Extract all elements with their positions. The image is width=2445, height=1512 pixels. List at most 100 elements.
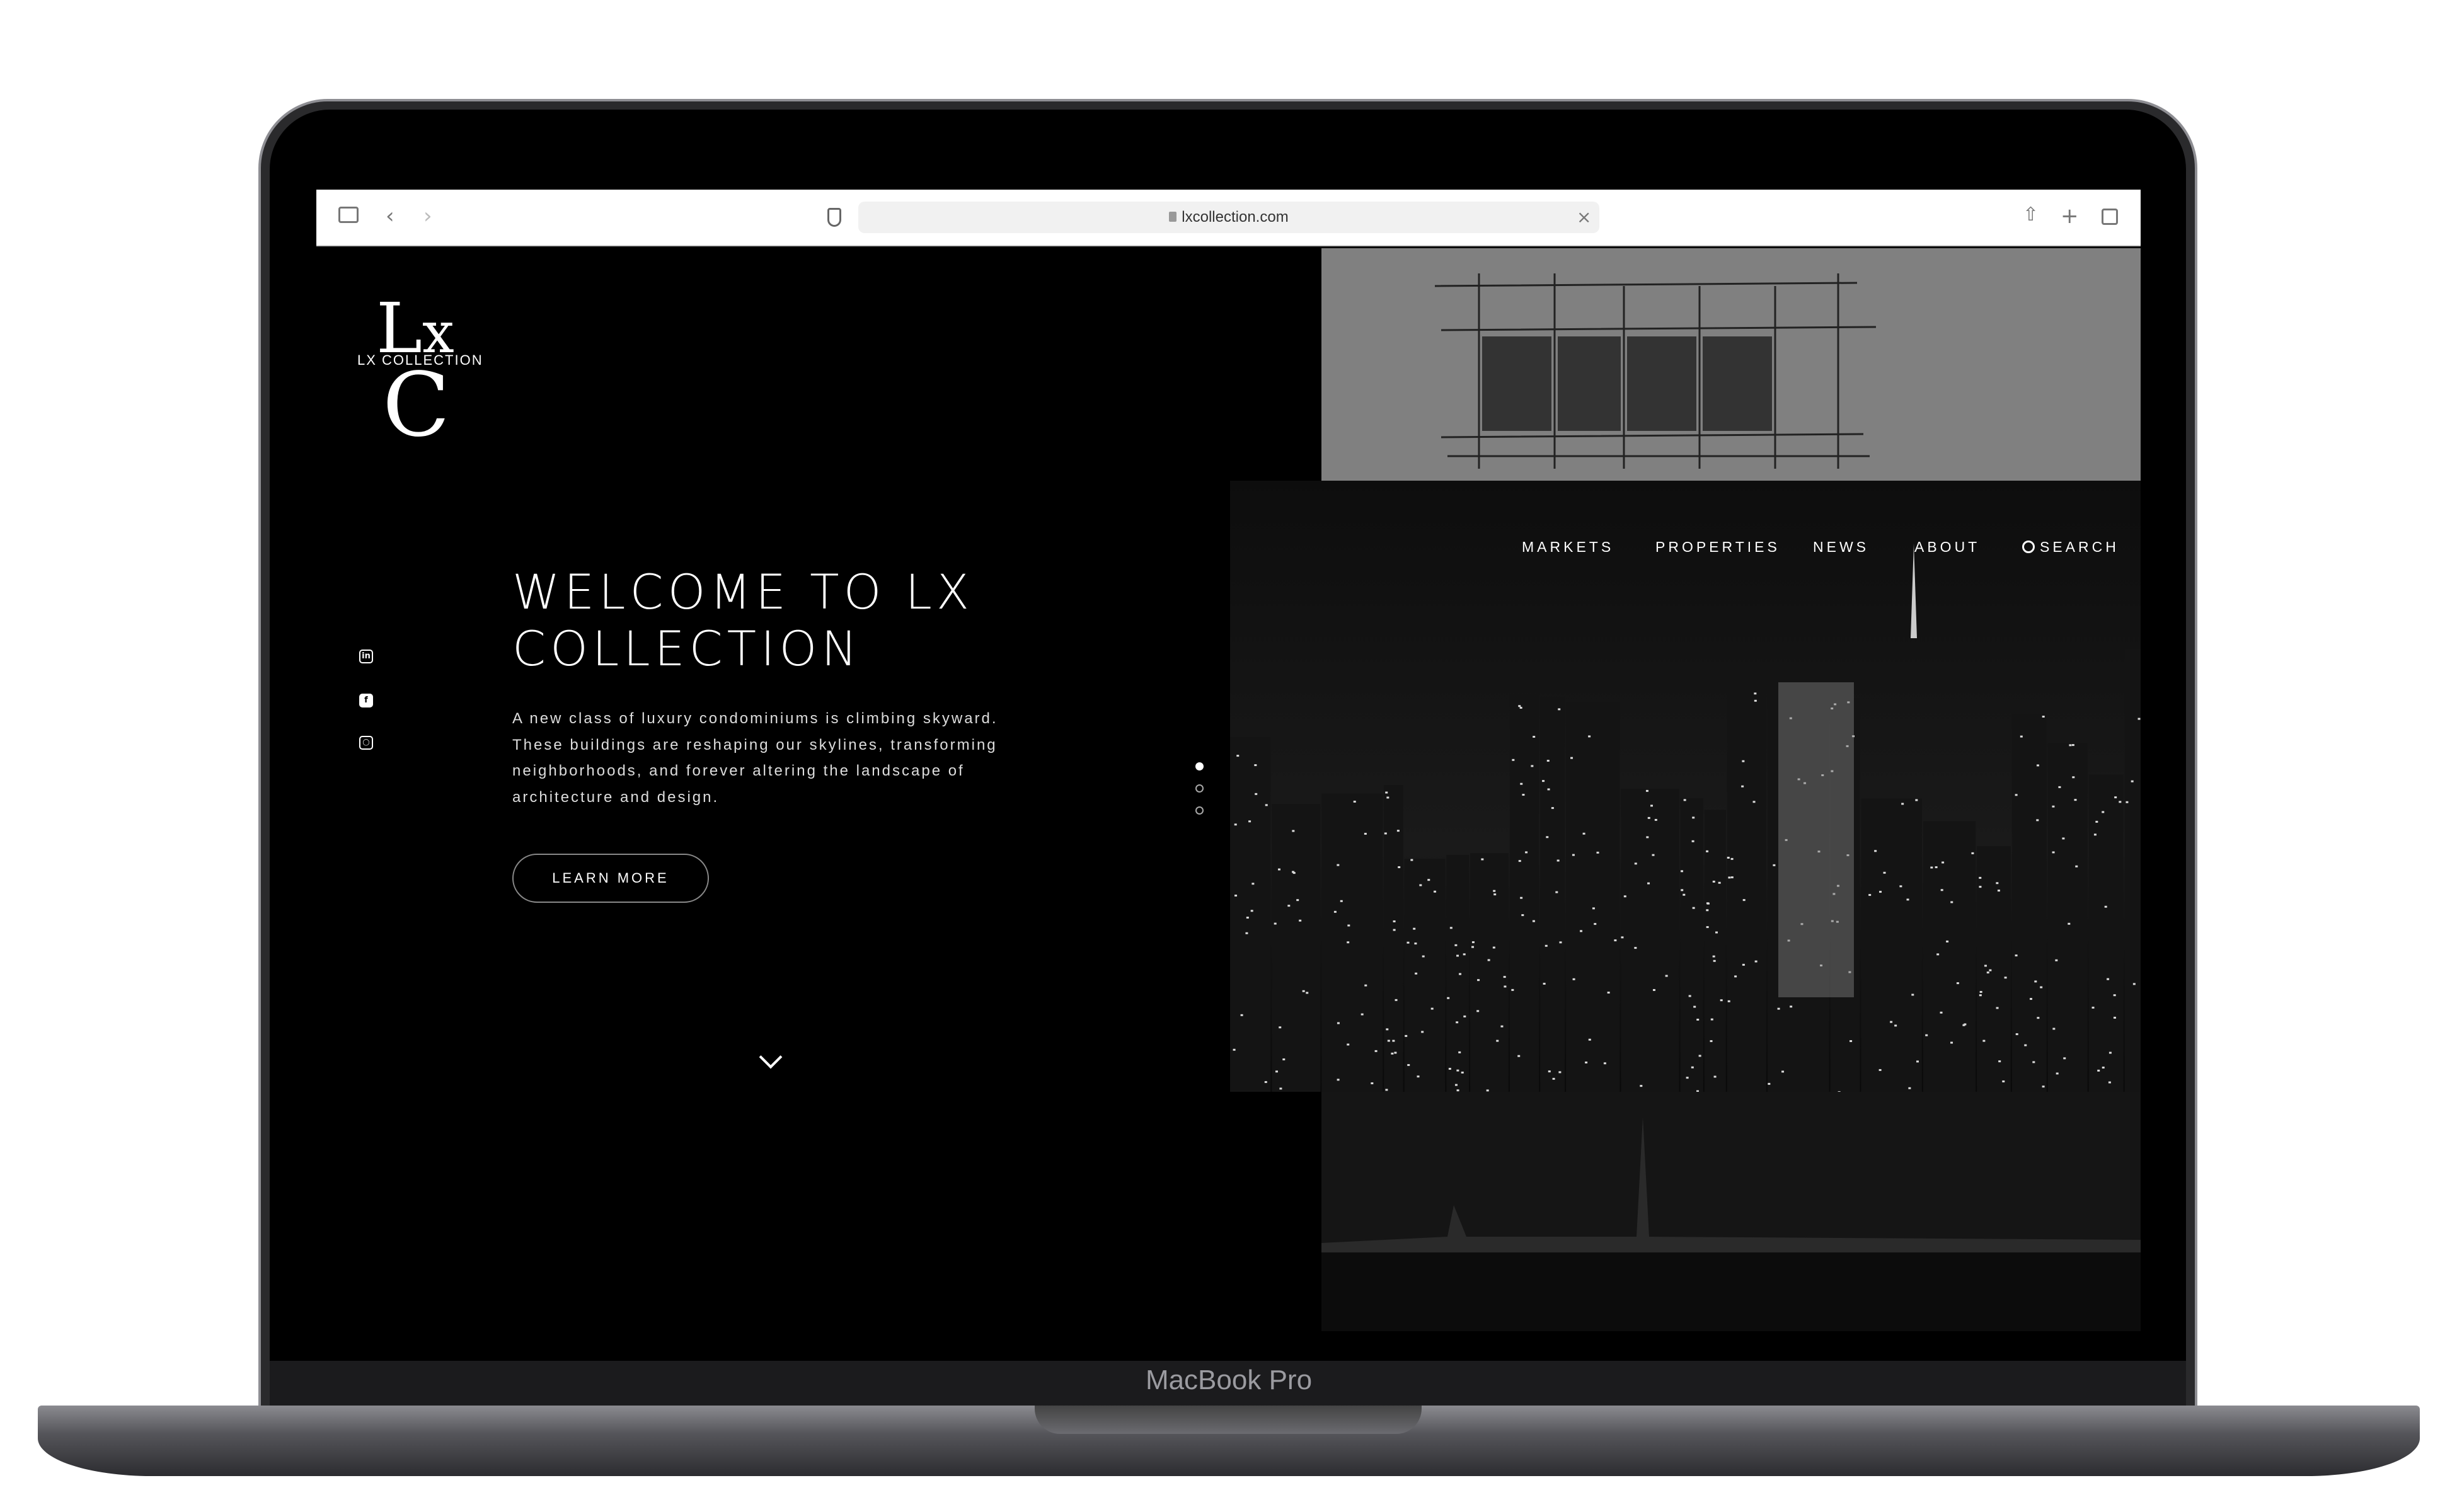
window-light (1878, 1068, 1882, 1071)
window-light (1942, 861, 1945, 864)
window-light (2040, 986, 2043, 988)
window-light (1558, 708, 1561, 711)
window-light (1570, 757, 1573, 759)
building (1321, 793, 1383, 1092)
window-light (2137, 718, 2141, 720)
window-light (1868, 894, 1872, 896)
instagram-icon[interactable]: ◯ (359, 736, 373, 750)
window-light (1681, 870, 1684, 873)
window-light (1693, 1005, 1696, 1008)
window-light (1364, 984, 1367, 987)
window-light (1940, 889, 1943, 891)
window-light (1548, 1070, 1551, 1073)
building (1384, 785, 1403, 1092)
slider-dot-1[interactable] (1195, 762, 1204, 770)
building (2124, 648, 2141, 1092)
window-light (1275, 1070, 1278, 1073)
window-light (1773, 864, 1776, 866)
window-light (1979, 990, 1982, 993)
window-light (1521, 914, 1524, 917)
window-light (1874, 850, 1877, 852)
address-text[interactable]: lxcollection.com (858, 202, 1599, 233)
window-light (1394, 1051, 1397, 1054)
window-light (2020, 735, 2023, 738)
window-light (1471, 946, 1475, 948)
window-light (1525, 851, 1528, 854)
window-light (1582, 832, 1585, 835)
window-light (1607, 992, 1610, 994)
new-tab-icon[interactable]: + (2061, 205, 2079, 227)
window-light (1434, 890, 1437, 893)
device-label: MacBook Pro (1145, 1365, 1313, 1395)
window-light (1730, 876, 1734, 879)
window-light (1950, 901, 1953, 903)
building (1470, 853, 1509, 1092)
back-icon[interactable]: ‹ (386, 205, 394, 227)
window-light (1781, 1070, 1785, 1073)
window-light (1422, 955, 1425, 958)
tabs-icon[interactable] (2102, 209, 2118, 225)
window-light (1476, 1010, 1480, 1012)
window-light (1556, 859, 1560, 862)
nav-properties[interactable]: PROPERTIES (1655, 539, 1780, 556)
window-light (1940, 1011, 1943, 1014)
window-light (1492, 946, 1495, 949)
window-light (1396, 830, 1400, 832)
window-light (1935, 866, 1938, 869)
window-light (1255, 793, 1258, 795)
learn-more-button[interactable]: LEARN MORE (512, 854, 709, 903)
building (2088, 774, 2124, 1092)
window-light (1364, 832, 1367, 835)
window-light (1621, 936, 1624, 939)
window-light (1477, 979, 1480, 982)
window-light (1989, 969, 1992, 971)
window-light (1979, 886, 1982, 888)
window-light (2102, 1067, 2105, 1069)
facebook-icon[interactable]: f (359, 694, 373, 707)
window-light (1456, 954, 1459, 957)
nav-markets[interactable]: MARKETS (1522, 539, 1614, 556)
nav-about[interactable]: ABOUT (1914, 539, 1980, 556)
window-light (1692, 816, 1695, 819)
window-light (1790, 1005, 1793, 1008)
window-light (1504, 985, 1507, 988)
window-light (2029, 998, 2032, 1000)
window-light (2036, 764, 2039, 767)
shield-icon[interactable] (827, 208, 841, 227)
window-light (1588, 1038, 1591, 1041)
window-light (1734, 975, 1737, 978)
window-light (1558, 1071, 1562, 1074)
sidebar-icon[interactable] (338, 207, 359, 223)
window-light (1407, 941, 1410, 944)
window-light (1546, 760, 1550, 762)
window-light (1463, 1015, 1466, 1017)
window-light (1486, 1089, 1489, 1092)
share-icon[interactable]: ⇧ (2023, 204, 2039, 226)
window-light (2075, 865, 2078, 868)
window-light (1414, 942, 1417, 945)
nav-news[interactable]: NEWS (1813, 539, 1869, 556)
window-light (1463, 953, 1466, 956)
nav-search[interactable]: SEARCH (2022, 539, 2119, 556)
window-light (1683, 893, 1686, 896)
window-light (1236, 755, 1240, 757)
clear-icon[interactable]: × (1577, 207, 1591, 228)
slider-dot-3[interactable] (1195, 806, 1204, 815)
slider-dot-2[interactable] (1195, 784, 1204, 793)
forward-icon[interactable]: › (423, 205, 432, 227)
window-light (1555, 891, 1558, 893)
window-light (1287, 905, 1291, 907)
window-light (1254, 764, 1257, 767)
window-light (1768, 1082, 1771, 1085)
window-light (1982, 1040, 1986, 1042)
building (1509, 694, 1539, 1092)
window-light (1979, 876, 1982, 879)
window-light (1245, 932, 1248, 934)
window-light (1458, 1051, 1461, 1053)
window-light (1727, 856, 1730, 859)
window-light (1387, 1040, 1390, 1042)
window-light (1240, 1014, 1243, 1016)
window-light (2113, 994, 2116, 997)
hero-body: A new class of luxury condominiums is cl… (512, 710, 998, 806)
linkedin-icon[interactable]: in (359, 650, 373, 663)
